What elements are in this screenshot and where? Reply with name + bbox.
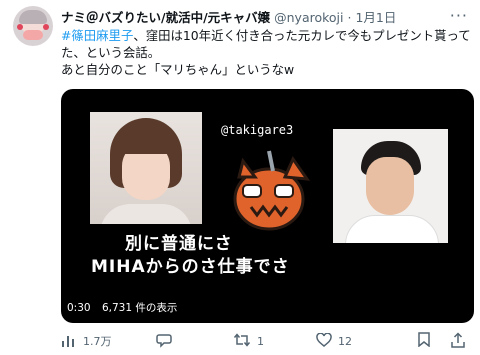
speech-bubble-icon <box>156 332 172 351</box>
tweet-text-line: た、という会話。 <box>61 45 161 60</box>
share-icon <box>451 331 465 351</box>
photo-face <box>366 157 414 215</box>
share-button[interactable] <box>451 331 471 351</box>
heart-icon <box>43 24 49 30</box>
display-name[interactable]: ナミ＠バズりたい/就活中/元キャバ嬢 <box>61 10 270 25</box>
retweet-icon <box>233 332 251 350</box>
user-handle[interactable]: @nyarokoji <box>274 10 343 25</box>
avatar-face <box>23 30 43 40</box>
like-button[interactable]: 12 <box>316 331 352 351</box>
retweet-count: 1 <box>257 334 264 348</box>
man-photo <box>333 129 448 243</box>
subtitle-line: MIHAからのさ仕事でさ <box>91 257 290 277</box>
more-options-icon[interactable]: ··· <box>450 6 468 25</box>
tweet-text-line: あと自分のこと「マリちゃん」というなw <box>61 62 295 77</box>
analytics-count: 1.7万 <box>83 335 112 348</box>
photo-bangs <box>118 132 174 154</box>
hashtag-link[interactable]: #篠田麻里子 <box>61 28 133 43</box>
heart-icon <box>17 24 23 30</box>
analytics-button[interactable]: 1.7万 <box>61 331 112 351</box>
avatar[interactable] <box>13 6 53 46</box>
video-meta: 0:30 6,731 件の表示 <box>67 300 177 315</box>
video-watermark: @takigare3 <box>221 123 294 137</box>
mascot-illustration <box>233 150 311 231</box>
subtitle-line: 別に普通にさ <box>125 234 233 254</box>
photo-shirt <box>345 215 439 243</box>
bookmark-button[interactable] <box>418 331 436 351</box>
retweet-button[interactable]: 1 <box>233 331 264 351</box>
tweet-header: ナミ＠バズりたい/就活中/元キャバ嬢 @nyarokoji · 1月1日 <box>61 7 441 25</box>
avatar-hair <box>19 10 47 24</box>
woman-photo <box>90 112 202 224</box>
like-count: 12 <box>338 334 352 348</box>
tweet-actions: 1.7万 1 12 <box>61 331 473 351</box>
photo-shoulders <box>100 204 192 224</box>
video-player[interactable]: @takigare3 別に普通にさ MIHAからのさ仕事でさ 0:30 6,73… <box>61 89 474 323</box>
tweet-text-segment: 、窪田は10年近く付き合った元カレで今もプレゼント貰って <box>133 28 471 43</box>
tweet-text-line: #篠田麻里子、窪田は10年近く付き合った元カレで今もプレゼント貰って <box>61 27 471 44</box>
video-time: 0:30 <box>67 302 91 314</box>
reply-button[interactable] <box>156 331 178 351</box>
bookmark-icon <box>418 332 430 350</box>
tweet-text: #篠田麻里子、窪田は10年近く付き合った元カレで今もプレゼント貰って た、という… <box>61 27 471 78</box>
tweet-date[interactable]: 1月1日 <box>355 10 396 25</box>
heart-icon <box>316 331 332 350</box>
bar-chart-icon <box>61 333 77 350</box>
separator: · <box>347 10 352 25</box>
video-view-count: 6,731 件の表示 <box>101 302 178 314</box>
